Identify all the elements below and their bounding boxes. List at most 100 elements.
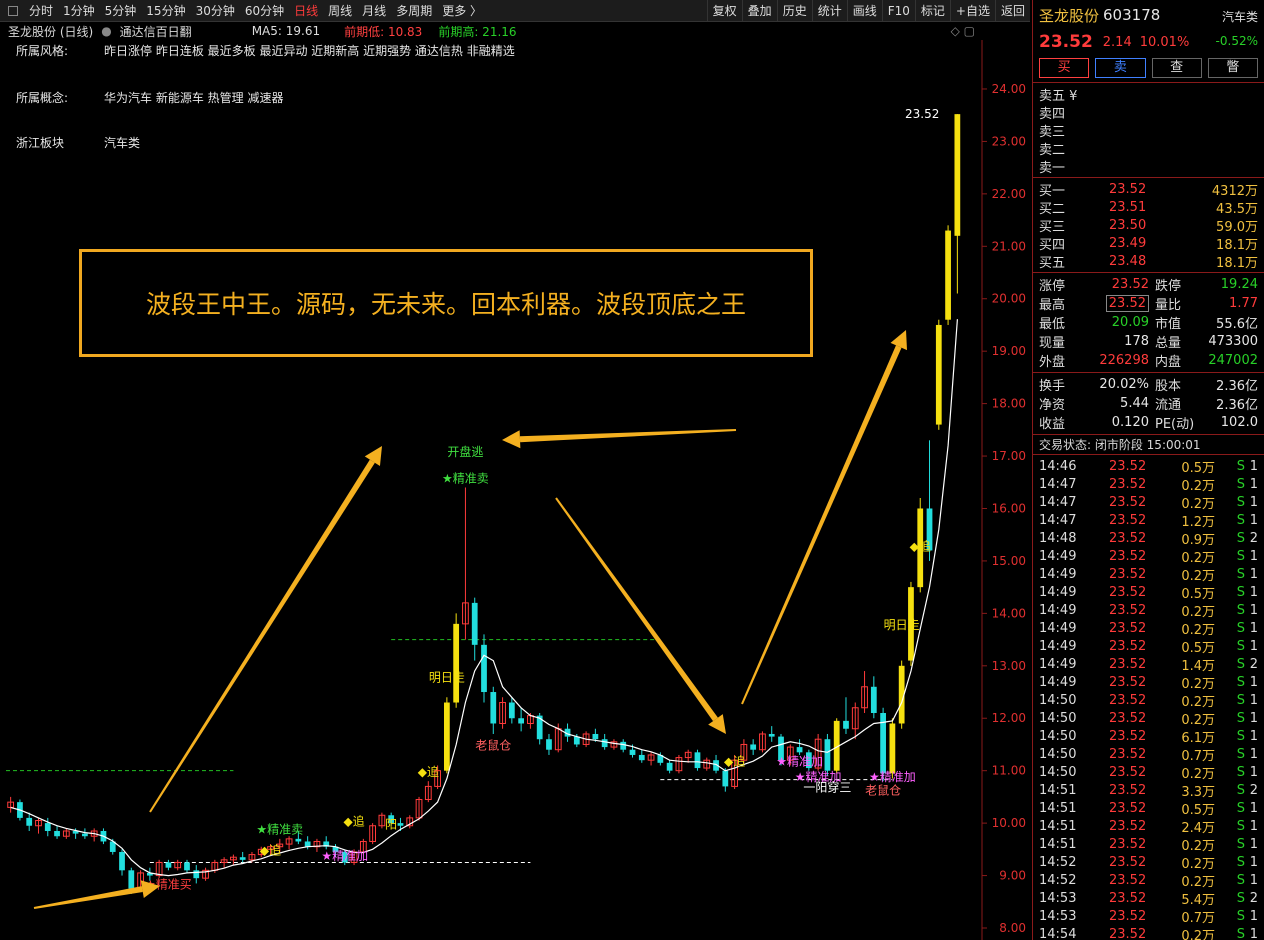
trade-volume: 0.7万 bbox=[1181, 910, 1215, 926]
stat-row: 外盘 226298 内盘 247002 bbox=[1039, 351, 1258, 370]
toolbar-action-8[interactable]: 返回 bbox=[994, 0, 1030, 22]
period-tab-9[interactable]: 多周期 bbox=[391, 0, 437, 22]
query-button[interactable]: 查 bbox=[1151, 58, 1202, 78]
period-tab-3[interactable]: 15分钟 bbox=[141, 0, 190, 22]
signal-label: ★精准加 bbox=[776, 754, 823, 768]
trade-row: 14:50 23.52 0.2万 S 1 bbox=[1039, 709, 1258, 728]
chart-window-controls-icon[interactable]: ◇ ▢ bbox=[951, 24, 975, 38]
trade-price: 23.52 bbox=[1109, 854, 1147, 870]
trade-count: 1 bbox=[1249, 674, 1258, 690]
y-tick-label: 9.00 bbox=[999, 869, 1026, 883]
stat-value: 23.52 bbox=[1081, 295, 1149, 312]
signal-label: ◆追 bbox=[910, 538, 931, 553]
ask-level: 卖四 bbox=[1039, 106, 1066, 122]
toolbar-action-4[interactable]: 画线 bbox=[846, 0, 882, 22]
toolbar-action-2[interactable]: 历史 bbox=[776, 0, 812, 22]
toolbar-action-7[interactable]: +自选 bbox=[949, 0, 995, 22]
trade-count: 1 bbox=[1249, 746, 1258, 762]
bid-level: 买二 bbox=[1039, 201, 1066, 217]
trade-time: 14:51 bbox=[1039, 782, 1077, 798]
trade-row: 14:49 23.52 1.4万 S 2 bbox=[1039, 655, 1258, 674]
period-tab-8[interactable]: 月线 bbox=[357, 0, 391, 22]
trade-side: S bbox=[1236, 890, 1245, 906]
trade-row: 14:49 23.52 0.5万 S 1 bbox=[1039, 637, 1258, 656]
trade-volume: 0.2万 bbox=[1181, 604, 1215, 620]
kline-chart[interactable]: 8.00 9.00 10.00 11.00 12.00 13.00 14.00 15.00 16… bbox=[0, 40, 1030, 940]
period-tab-2[interactable]: 5分钟 bbox=[100, 0, 142, 22]
stat-label: 涨停 bbox=[1039, 279, 1066, 294]
toolbar-action-0[interactable]: 复权 bbox=[706, 0, 742, 22]
y-tick-label: 21.00 bbox=[992, 239, 1026, 253]
trade-price: 23.52 bbox=[1109, 908, 1147, 924]
indicator-name[interactable]: 通达信百日翻 bbox=[120, 23, 192, 40]
trade-row: 14:51 23.52 2.4万 S 1 bbox=[1039, 817, 1258, 836]
y-tick-label: 19.00 bbox=[992, 344, 1026, 358]
trade-time: 14:53 bbox=[1039, 890, 1077, 906]
trade-count: 1 bbox=[1249, 566, 1258, 582]
stat-label: 跌停 bbox=[1155, 279, 1182, 294]
trade-row: 14:53 23.52 5.4万 S 2 bbox=[1039, 889, 1258, 908]
stat-row: 涨停 23.52 跌停 19.24 bbox=[1039, 275, 1258, 294]
trade-count: 2 bbox=[1249, 656, 1258, 672]
buy-button[interactable]: 买 bbox=[1039, 58, 1090, 78]
industry-tag[interactable]: 汽车类 bbox=[1222, 8, 1258, 25]
trade-volume: 0.2万 bbox=[1181, 712, 1215, 728]
bid-row: 买五 23.48 18.1万 bbox=[1039, 252, 1258, 271]
period-tab-6[interactable]: 日线 bbox=[289, 0, 323, 22]
trade-side: S bbox=[1236, 548, 1245, 564]
period-tab-7[interactable]: 周线 bbox=[323, 0, 357, 22]
toolbar-action-6[interactable]: 标记 bbox=[914, 0, 950, 22]
trade-price: 23.52 bbox=[1109, 800, 1147, 816]
stat-value: 55.6亿 bbox=[1216, 317, 1258, 332]
period-tab-10[interactable]: 更多 〉 bbox=[437, 0, 487, 22]
stat-label: 最低 bbox=[1039, 317, 1066, 332]
tag-value: 昨日涨停 昨日连板 最近多板 最近异动 近期新高 近期强势 通达信热 非融精选 bbox=[104, 44, 515, 58]
promo-banner: 波段王中王。源码，无未来。回本利器。波段顶底之王 bbox=[79, 249, 813, 357]
trade-count: 2 bbox=[1249, 782, 1258, 798]
toolbar-action-3[interactable]: 统计 bbox=[811, 0, 847, 22]
period-tab-0[interactable]: 分时 bbox=[24, 0, 58, 22]
trade-time: 14:49 bbox=[1039, 548, 1077, 564]
tick-trades[interactable]: 14:46 23.52 0.5万 S 1 14:47 23.52 0.2万 S 1 14:47 23.… bbox=[1033, 454, 1264, 940]
toolbar-actions: 复权 叠加 历史 统计 画线 F10 标记 +自选 返回 bbox=[706, 0, 1030, 22]
arrow-down-middle bbox=[555, 497, 726, 734]
candle-body bbox=[44, 823, 51, 831]
candle-body bbox=[750, 744, 757, 750]
stat-value: 19.24 bbox=[1220, 277, 1258, 292]
bid-volume: 4312万 bbox=[1211, 183, 1258, 199]
stat-row: 换手 20.02% 股本 2.36亿 bbox=[1039, 375, 1258, 394]
stat-value: 178 bbox=[1124, 334, 1149, 349]
period-tab-4[interactable]: 30分钟 bbox=[191, 0, 240, 22]
stat-value: 20.02% bbox=[1099, 377, 1149, 392]
period-tab-1[interactable]: 1分钟 bbox=[58, 0, 100, 22]
trade-price: 23.52 bbox=[1109, 638, 1147, 654]
trade-price: 23.52 bbox=[1109, 872, 1147, 888]
ask-row: 卖一 bbox=[1039, 157, 1258, 176]
window-menu-icon[interactable] bbox=[8, 5, 18, 16]
stat-row: 现量 178 总量 473300 bbox=[1039, 332, 1258, 351]
candle-body bbox=[304, 841, 311, 847]
bid-level: 买五 bbox=[1039, 255, 1066, 271]
trade-volume: 0.5万 bbox=[1181, 640, 1215, 656]
trade-price: 23.52 bbox=[1109, 656, 1147, 672]
signal-label: ★精准加 bbox=[869, 770, 916, 784]
candle-body bbox=[453, 623, 460, 703]
signal-label: 开盘逃 bbox=[447, 444, 483, 459]
trade-row: 14:49 23.52 0.5万 S 1 bbox=[1039, 583, 1258, 602]
alert-button[interactable]: 瞥 bbox=[1207, 58, 1258, 78]
toolbar-action-5[interactable]: F10 bbox=[881, 0, 915, 22]
trade-time: 14:47 bbox=[1039, 494, 1077, 510]
toolbar-action-1[interactable]: 叠加 bbox=[741, 0, 777, 22]
y-tick-label: 24.00 bbox=[992, 82, 1026, 96]
candle-body bbox=[508, 702, 515, 719]
period-tab-5[interactable]: 60分钟 bbox=[240, 0, 289, 22]
stat-label: 收益 bbox=[1039, 417, 1066, 432]
trade-volume: 3.3万 bbox=[1181, 784, 1215, 800]
candle-body bbox=[184, 862, 190, 871]
sell-button[interactable]: 卖 bbox=[1095, 58, 1146, 78]
trade-side: S bbox=[1236, 458, 1245, 474]
stat-value: 23.52 bbox=[1111, 277, 1149, 292]
y-tick-label: 12.00 bbox=[992, 711, 1026, 725]
prev-high-readout: 前期高: 21.16 bbox=[438, 24, 517, 39]
trade-time: 14:49 bbox=[1039, 656, 1077, 672]
